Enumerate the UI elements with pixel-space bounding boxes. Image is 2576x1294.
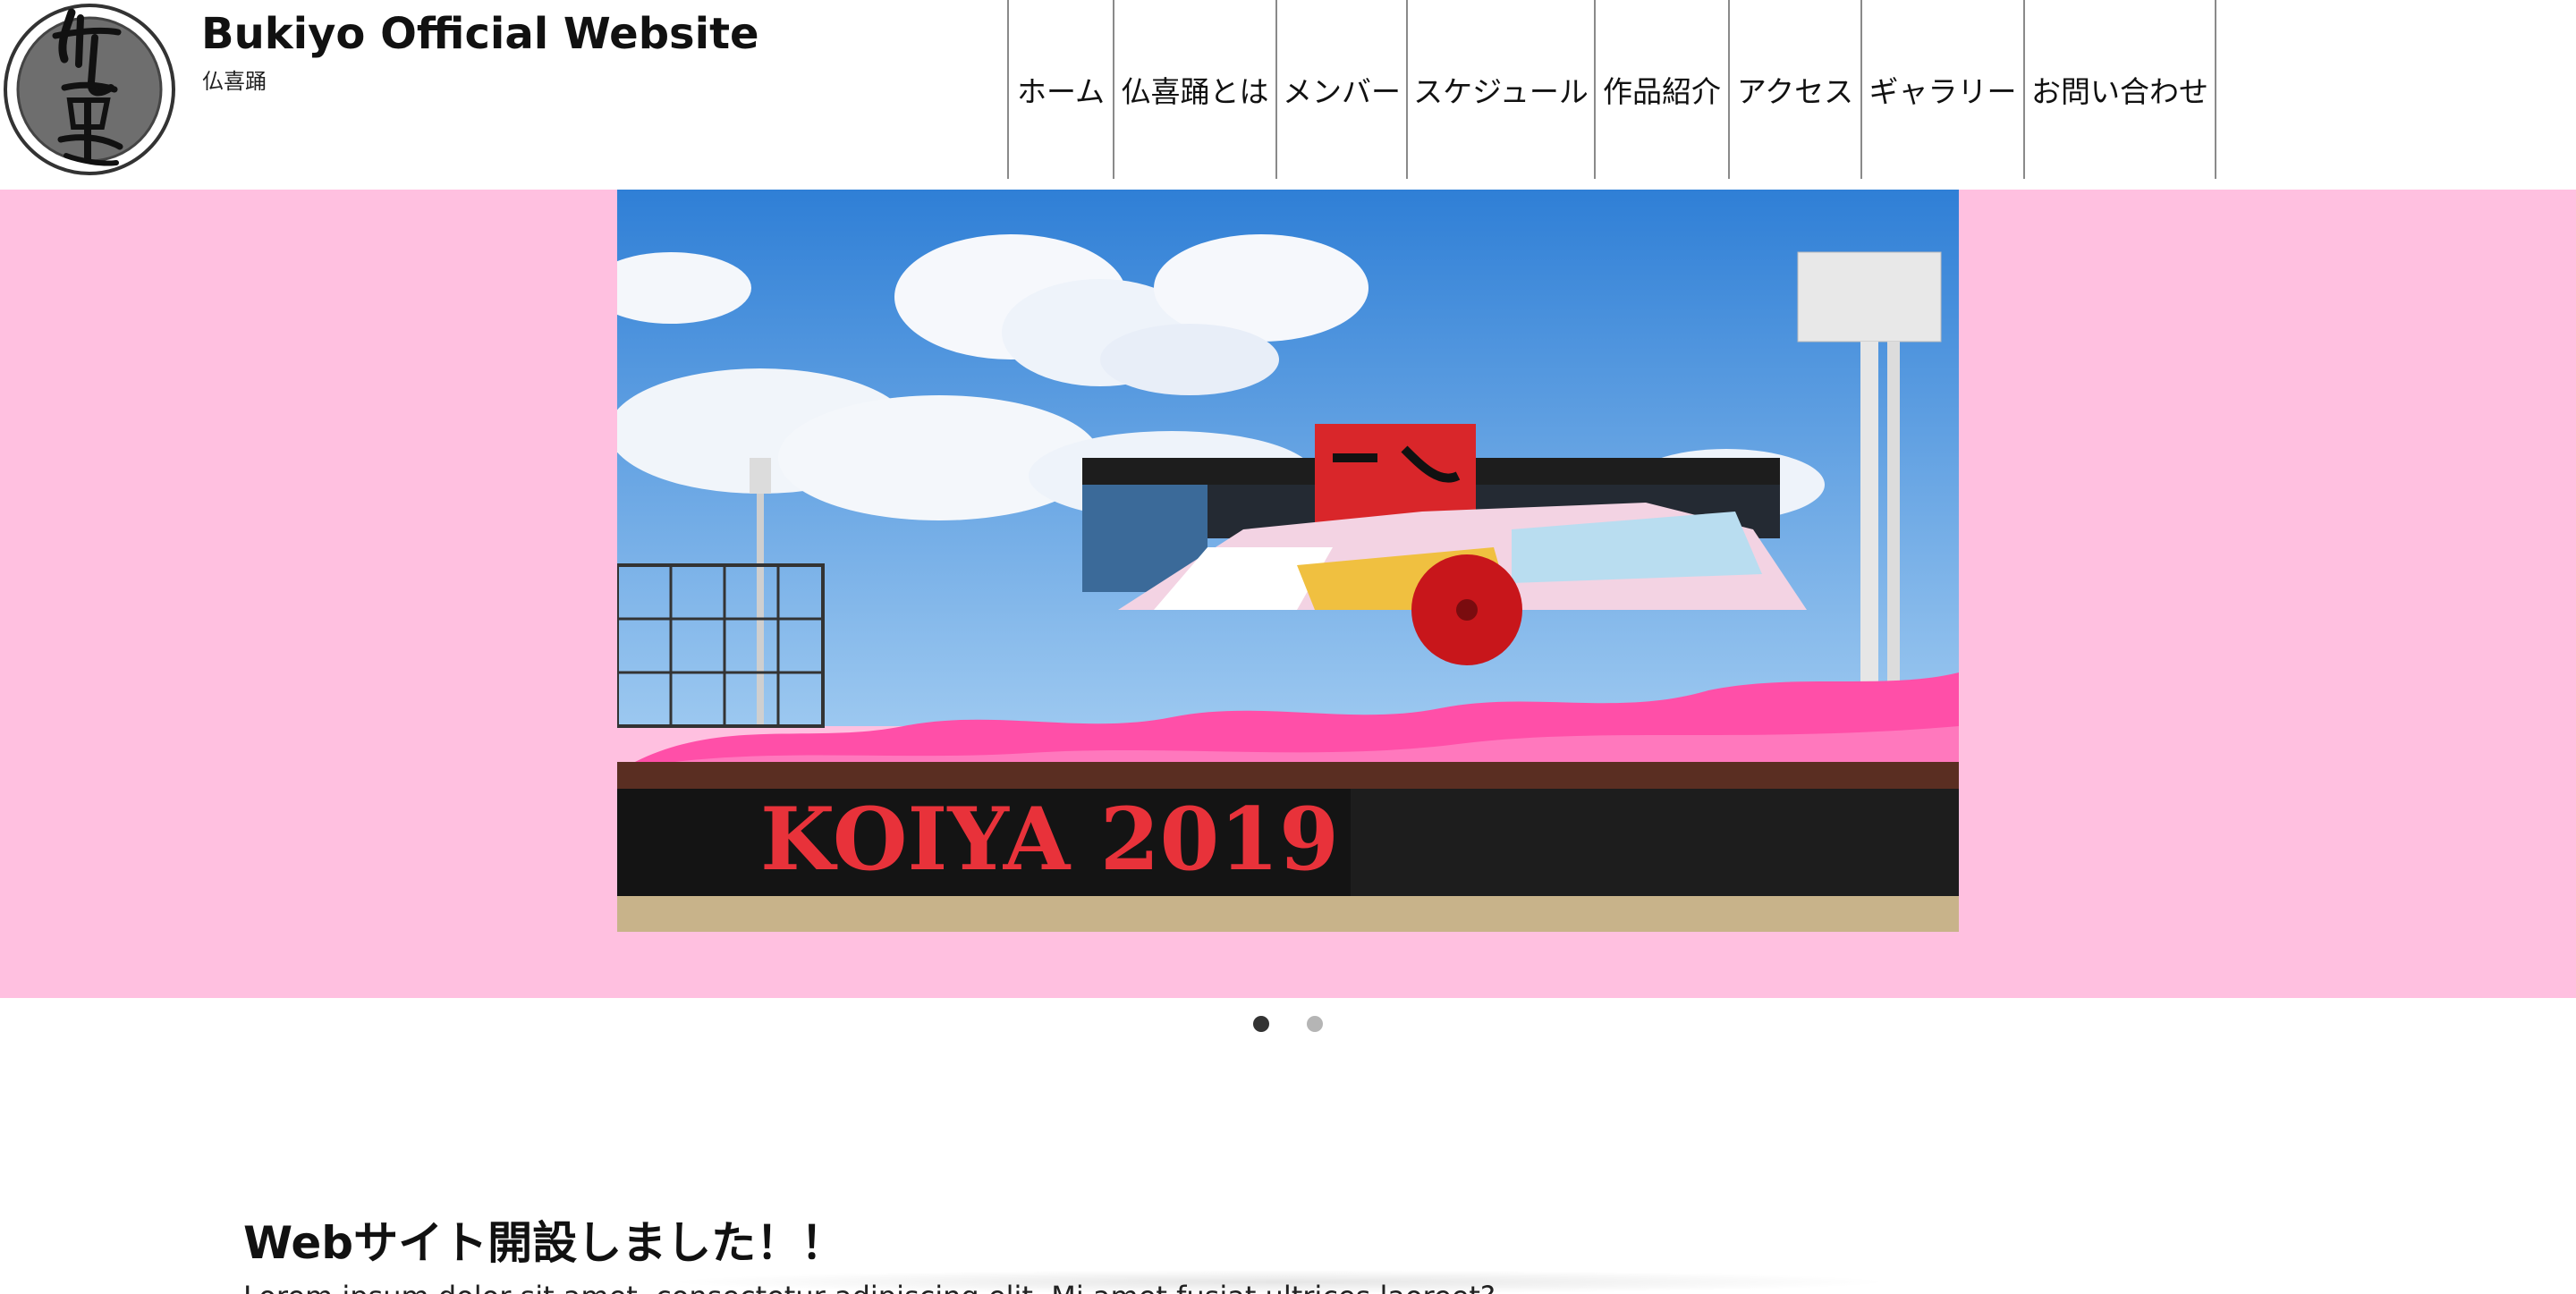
stage-banner-text: KOIYA 2019 xyxy=(760,789,1339,890)
nav-item-works[interactable]: 作品紹介 xyxy=(1596,0,1730,179)
site-header: Bukiyo Official Website 仏喜踊 ホーム 仏喜踊とは メン… xyxy=(0,0,2576,190)
nav-item-about[interactable]: 仏喜踊とは xyxy=(1114,0,1277,179)
article-body: Lorem ipsum dolor sit amet, consectetur … xyxy=(243,1279,2390,1294)
slide-dot-icon[interactable] xyxy=(1307,1016,1323,1032)
nav-item-contact[interactable]: お問い合わせ xyxy=(2025,0,2216,179)
nav-item-access[interactable]: アクセス xyxy=(1730,0,1862,179)
article-title: Webサイト開設しました！！ xyxy=(243,1217,846,1269)
nav-item-members[interactable]: メンバー xyxy=(1277,0,1408,179)
festival-stage-image: KOIYA 2019 xyxy=(617,190,1959,932)
hero-slider[interactable]: KOIYA 2019 xyxy=(0,190,2576,998)
bukiyo-logo-icon[interactable] xyxy=(2,2,177,177)
site-subtitle: 仏喜踊 xyxy=(202,69,267,94)
logo-emblem xyxy=(4,4,175,175)
main-nav: ホーム 仏喜踊とは メンバー スケジュール 作品紹介 アクセス ギャラリー お問… xyxy=(1007,0,2216,179)
site-title[interactable]: Bukiyo Official Website xyxy=(201,7,759,61)
hero-slide-photo[interactable]: KOIYA 2019 xyxy=(617,190,1959,932)
nav-item-home[interactable]: ホーム xyxy=(1009,0,1114,179)
slider-pagination xyxy=(0,1016,2576,1034)
nav-item-schedule[interactable]: スケジュール xyxy=(1408,0,1596,179)
nav-item-gallery[interactable]: ギャラリー xyxy=(1862,0,2025,179)
slide-dot-active-icon[interactable] xyxy=(1253,1016,1269,1032)
